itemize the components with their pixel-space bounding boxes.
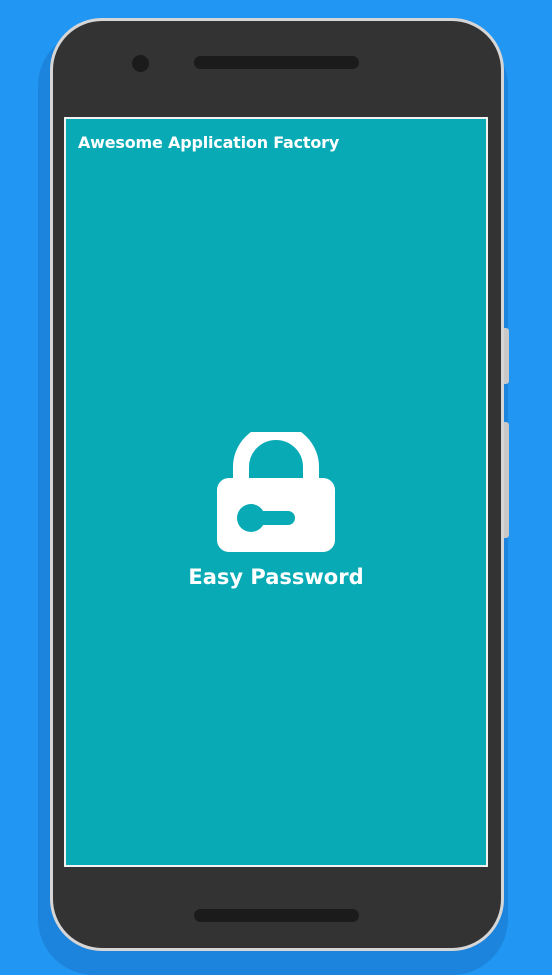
bottom-speaker xyxy=(194,909,359,922)
app-title: Awesome Application Factory xyxy=(78,133,340,152)
top-speaker xyxy=(194,56,359,69)
splash-screen: Awesome Application Factory Easy Passwor… xyxy=(64,117,488,867)
app-name: Easy Password xyxy=(188,565,364,589)
stage: Awesome Application Factory Easy Passwor… xyxy=(0,0,552,975)
lock-icon xyxy=(217,432,335,552)
front-camera xyxy=(132,55,149,72)
